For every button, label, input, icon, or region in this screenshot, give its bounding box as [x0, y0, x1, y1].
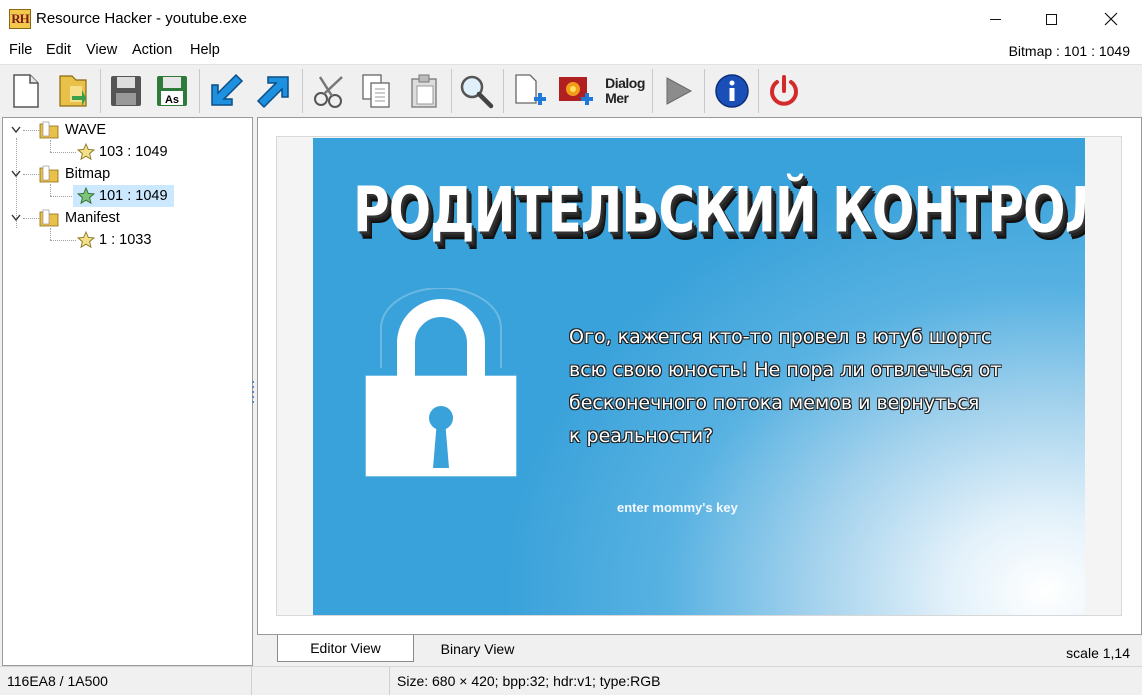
minimize-icon: [989, 18, 1001, 20]
import-button[interactable]: [206, 71, 246, 111]
cut-button[interactable]: [310, 71, 350, 111]
menu-action[interactable]: Action: [132, 42, 172, 58]
about-button[interactable]: [712, 71, 752, 111]
status-offset: 116EA8 / 1A500: [0, 667, 252, 695]
menu-edit[interactable]: Edit: [46, 42, 71, 58]
save-as-icon: As: [157, 76, 187, 106]
splitter-handle[interactable]: [251, 380, 255, 406]
add-resource-button[interactable]: [510, 71, 550, 111]
menu-view[interactable]: View: [86, 42, 117, 58]
arrow-up-right-icon: [256, 76, 289, 109]
status-bar: 116EA8 / 1A500 Size: 680 × 420; bpp:32; …: [0, 666, 1142, 695]
info-icon: [715, 74, 749, 108]
view-tabs: Editor View Binary View scale 1,14: [257, 635, 1142, 666]
compile-run-button[interactable]: [658, 71, 698, 111]
tab-editor-view[interactable]: Editor View: [277, 635, 414, 662]
arrow-down-left-icon: [211, 73, 244, 106]
export-button[interactable]: [254, 71, 294, 111]
bitmap-prompt-text: enter mommy's key: [617, 500, 738, 515]
resource-hacker-app-icon[interactable]: RH: [9, 9, 31, 29]
current-resource-label: Bitmap : 101 : 1049: [1008, 43, 1130, 59]
window-title: Resource Hacker - youtube.exe: [36, 10, 247, 27]
tree-group-label: Bitmap: [65, 166, 111, 182]
svg-text:As: As: [165, 94, 179, 106]
folder-icon: [39, 165, 59, 183]
copy-button[interactable]: [356, 71, 396, 111]
star-icon: [77, 143, 95, 161]
chevron-down-icon[interactable]: [11, 125, 21, 135]
new-file-button[interactable]: [6, 71, 46, 111]
magnifier-icon: [460, 75, 494, 109]
tree-group-label: Manifest: [65, 210, 120, 226]
bitmap-preview: РОДИТЕЛЬСКИЙ КОНТРОЛЬ Ого, кажется кто-т…: [313, 138, 1085, 615]
maximize-icon: [1045, 13, 1057, 25]
minimize-button[interactable]: [972, 0, 1018, 38]
tree-item-manifest-1[interactable]: 1 : 1033: [77, 229, 151, 251]
paste-icon: [411, 74, 437, 108]
maximize-button[interactable]: [1028, 0, 1074, 38]
add-image-icon: [559, 77, 593, 105]
folder-icon: [39, 209, 59, 227]
zoom-scale-label: scale 1,14: [1066, 645, 1130, 661]
tree-item-bitmap-101-selected[interactable]: 101 : 1049: [73, 185, 174, 207]
star-icon: [77, 231, 95, 249]
bitmap-title-text: РОДИТЕЛЬСКИЙ КОНТРОЛЬ: [353, 174, 1085, 247]
tree-item-label: 103 : 1049: [99, 144, 168, 160]
play-icon: [666, 77, 693, 105]
add-blank-resource-icon: [515, 74, 546, 105]
open-file-button[interactable]: [54, 71, 94, 111]
tree-item-label: 1 : 1033: [99, 232, 152, 248]
save-button[interactable]: [106, 71, 146, 111]
menu-file[interactable]: File: [9, 42, 32, 58]
floppy-disk-icon: [111, 76, 141, 106]
add-dialog-menu-button[interactable]: Dialog Mer: [602, 71, 648, 111]
tree-group-manifest[interactable]: Manifest: [3, 207, 248, 229]
folder-icon: [39, 121, 59, 139]
add-image-button[interactable]: [556, 71, 596, 111]
close-icon: [1104, 12, 1118, 26]
new-file-icon: [13, 74, 39, 108]
tree-group-bitmap[interactable]: Bitmap: [3, 163, 248, 185]
find-button[interactable]: [456, 71, 496, 111]
dialog-menu-label: Dialog Mer: [605, 75, 645, 106]
save-as-button[interactable]: As: [152, 71, 192, 111]
tab-binary-view[interactable]: Binary View: [415, 635, 540, 662]
chevron-down-icon[interactable]: [11, 213, 21, 223]
padlock-icon: [365, 288, 517, 477]
toolbar: As Dialog Mer: [0, 64, 1142, 116]
menu-bar: File Edit View Action Help Bitmap : 101 …: [0, 38, 1142, 64]
open-folder-icon: [59, 75, 87, 107]
bitmap-canvas: РОДИТЕЛЬСКИЙ КОНТРОЛЬ Ого, кажется кто-т…: [276, 136, 1122, 616]
star-icon: [77, 187, 95, 205]
copy-icon: [362, 74, 390, 108]
menu-help[interactable]: Help: [190, 42, 220, 58]
editor-pane[interactable]: РОДИТЕЛЬСКИЙ КОНТРОЛЬ Ого, кажется кто-т…: [257, 117, 1142, 635]
scissors-icon: [314, 76, 343, 108]
tree-group-wave[interactable]: WAVE: [3, 119, 248, 141]
tree-item-wave-103[interactable]: 103 : 1049: [77, 141, 168, 163]
exit-button[interactable]: [764, 71, 804, 111]
tree-item-label: 101 : 1049: [99, 188, 168, 204]
tree-group-label: WAVE: [65, 122, 107, 138]
paste-button[interactable]: [404, 71, 444, 111]
power-icon: [770, 75, 798, 106]
status-bitmap-info: Size: 680 × 420; bpp:32; hdr:v1; type:RG…: [397, 673, 661, 689]
chevron-down-icon[interactable]: [11, 169, 21, 179]
title-bar: RH Resource Hacker - youtube.exe: [0, 0, 1142, 38]
bitmap-message-text: Ого, кажется кто-то провел в ютуб шортс …: [569, 326, 1002, 447]
resource-tree[interactable]: WAVE 103 : 1049 Bitmap 101 : 1049 Manife…: [2, 117, 253, 666]
status-spacer: [252, 667, 390, 695]
close-button[interactable]: [1088, 0, 1134, 38]
